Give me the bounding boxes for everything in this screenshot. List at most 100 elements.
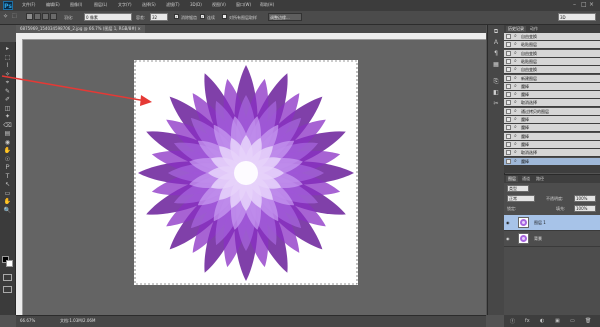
blur-tool-icon[interactable]: ✋ <box>3 148 12 154</box>
layers-dock-icon[interactable]: ◧ <box>491 89 501 97</box>
antialias-checkbox[interactable]: ✓ <box>174 14 179 19</box>
contiguous-checkbox[interactable]: ✓ <box>200 14 205 19</box>
zoom-tool-icon[interactable]: 🔍 <box>3 207 12 214</box>
history-snapshot-checkbox[interactable] <box>506 67 511 73</box>
history-snapshot-checkbox[interactable] <box>506 133 511 139</box>
layer-row[interactable]: ◉ 背景 <box>504 231 600 247</box>
history-item[interactable]: ⌕ 魔棒 <box>504 132 600 141</box>
menu-3d[interactable]: 3D(D) <box>190 2 202 7</box>
history-snapshot-checkbox[interactable] <box>506 108 511 114</box>
menu-edit[interactable]: 编辑(E) <box>46 2 60 8</box>
move-tool-icon[interactable]: ▸ <box>3 46 12 52</box>
tab-paths[interactable]: 路径 <box>534 176 546 182</box>
history-item[interactable]: ⌕ 通过拷贝的图层 <box>504 107 600 116</box>
history-item[interactable]: ⌕ 新建图层 <box>504 74 600 83</box>
history-snapshot-checkbox[interactable] <box>506 34 511 39</box>
clone-source-dock-icon[interactable]: ⎘ <box>491 78 501 86</box>
menu-view[interactable]: 视图(V) <box>212 2 226 8</box>
background-color-swatch[interactable] <box>6 260 13 267</box>
magic-wand-tool-icon[interactable]: ✧ <box>3 13 8 20</box>
tools-dock-icon[interactable]: ✂ <box>491 100 501 108</box>
close-button[interactable]: × <box>589 1 594 9</box>
menu-window[interactable]: 窗口(W) <box>236 2 251 8</box>
history-item[interactable]: ⌕ 自由变换 <box>504 33 600 41</box>
layer-style-icon[interactable]: fx <box>525 318 530 324</box>
shape-tool-icon[interactable]: ▭ <box>3 190 12 197</box>
layer-row[interactable]: ◉ 图层 1 <box>504 215 600 231</box>
tab-actions[interactable]: 动作 <box>528 26 540 32</box>
history-item[interactable]: ⌕ 魔棒 <box>504 124 600 133</box>
quick-mask-icon[interactable] <box>3 274 12 281</box>
history-item[interactable]: ⌕ 魔棒 <box>504 82 600 91</box>
workspace-select[interactable]: 3D <box>558 13 596 21</box>
screen-mode-icon[interactable] <box>3 286 12 293</box>
history-item[interactable]: ⌕ 取消选择 <box>504 99 600 108</box>
history-item[interactable]: ⌕ 粘贴图层 <box>504 41 600 50</box>
gradient-tool-icon[interactable]: ◉ <box>3 139 12 146</box>
refine-edge-button[interactable]: 调整边缘... <box>268 13 302 21</box>
history-dock-icon[interactable]: ⧉ <box>491 28 501 36</box>
tab-channels[interactable]: 通道 <box>520 176 532 182</box>
history-snapshot-checkbox[interactable] <box>506 42 511 48</box>
document-tab[interactable]: 6875969_154034598706_2.jpg @ 66.7% (图层 1… <box>16 25 145 33</box>
history-item[interactable]: ⌕ 取消选择 <box>504 149 600 158</box>
history-snapshot-checkbox[interactable] <box>506 75 511 81</box>
canvas-image[interactable] <box>134 60 358 285</box>
character-dock-icon[interactable]: Ａ <box>491 39 501 47</box>
lasso-tool-icon[interactable]: ⌇ <box>3 63 12 69</box>
path-selection-tool-icon[interactable]: ↖ <box>3 182 12 188</box>
tool-preset-picker[interactable]: ⬚ <box>12 13 17 19</box>
menu-image[interactable]: 图像(I) <box>70 2 82 8</box>
history-snapshot-checkbox[interactable] <box>506 150 511 156</box>
all-layers-checkbox[interactable]: ✓ <box>222 14 227 19</box>
document-info[interactable]: 文档:1.03M/2.06M <box>60 318 95 324</box>
history-item[interactable]: ⌕ 魔棒 <box>504 157 600 166</box>
clone-stamp-tool-icon[interactable]: ✦ <box>3 114 12 120</box>
history-snapshot-checkbox[interactable] <box>506 58 511 64</box>
history-item[interactable]: ⌕ 魔棒 <box>504 116 600 124</box>
group-icon[interactable]: ▣ <box>555 318 560 324</box>
adjustment-layer-icon[interactable]: ◐ <box>540 318 544 324</box>
dodge-tool-icon[interactable]: ☉ <box>3 156 12 163</box>
history-snapshot-checkbox[interactable] <box>506 92 511 98</box>
visibility-eye-icon[interactable]: ◉ <box>506 220 510 225</box>
history-snapshot-checkbox[interactable] <box>506 125 511 131</box>
history-brush-tool-icon[interactable]: ⌫ <box>3 122 12 129</box>
paragraph-dock-icon[interactable]: ¶ <box>491 50 501 58</box>
subtract-selection-button[interactable] <box>42 13 49 20</box>
new-layer-icon[interactable]: ▭ <box>570 318 575 324</box>
pen-tool-icon[interactable]: Ｐ <box>3 165 12 171</box>
blend-mode-select[interactable]: 正常 <box>507 195 535 202</box>
history-item[interactable]: ⌕ 自由变换 <box>504 66 600 75</box>
history-item[interactable]: ⌕ 魔棒 <box>504 91 600 100</box>
swatches-dock-icon[interactable]: ▦ <box>491 61 501 69</box>
maximize-button[interactable]: □ <box>581 1 587 9</box>
history-snapshot-checkbox[interactable] <box>506 50 511 56</box>
menu-help[interactable]: 帮助(H) <box>260 2 274 8</box>
intersect-selection-button[interactable] <box>50 13 57 20</box>
add-to-selection-button[interactable] <box>34 13 41 20</box>
visibility-eye-icon[interactable]: ◉ <box>506 236 510 241</box>
delete-layer-icon[interactable]: 🗑 <box>585 318 591 324</box>
history-item[interactable]: ⌕ 自由变换 <box>504 49 600 58</box>
hand-tool-icon[interactable]: ✋ <box>3 199 12 205</box>
type-tool-icon[interactable]: Ｔ <box>3 173 12 180</box>
history-snapshot-checkbox[interactable] <box>506 141 511 147</box>
tab-layers[interactable]: 图层 <box>506 176 518 182</box>
history-snapshot-checkbox[interactable] <box>506 83 511 89</box>
history-item[interactable]: ⌕ 魔棒 <box>504 140 600 149</box>
minimize-button[interactable]: – <box>573 1 576 9</box>
zoom-level[interactable]: 66.67% <box>20 318 35 323</box>
menu-select[interactable]: 选择(S) <box>142 2 156 8</box>
history-snapshot-checkbox[interactable] <box>506 117 511 122</box>
layer-kind-filter[interactable]: 类型 <box>507 185 529 192</box>
history-snapshot-checkbox[interactable] <box>506 158 511 164</box>
feather-field[interactable]: 0 像素 <box>84 13 132 21</box>
tolerance-field[interactable]: 32 <box>150 13 168 21</box>
eraser-tool-icon[interactable]: ▤ <box>3 131 12 137</box>
tab-history[interactable]: 历史记录 <box>506 26 526 32</box>
menu-file[interactable]: 文件(F) <box>22 2 35 8</box>
opacity-field[interactable]: 100% <box>574 195 596 202</box>
new-selection-button[interactable] <box>26 13 33 20</box>
link-layers-icon[interactable]: ⓕ <box>510 318 515 325</box>
